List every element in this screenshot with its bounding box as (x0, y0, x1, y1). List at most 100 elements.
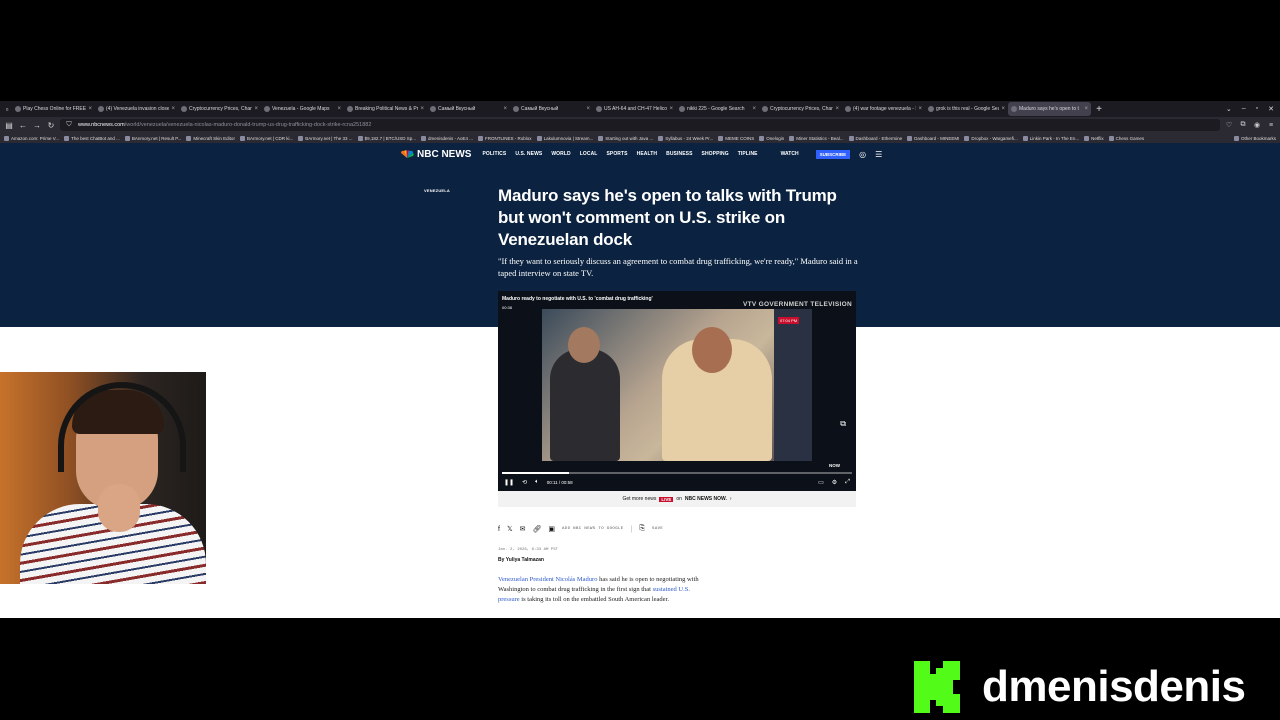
menu-icon[interactable]: ≡ (1266, 122, 1276, 129)
list-all-tabs-icon[interactable]: ⌄ (1226, 105, 1232, 113)
bookmarks-toolbar: Amazon.com: Prime V... The best ChatBot a… (0, 133, 1280, 143)
tab-close-icon[interactable]: × (1001, 106, 1005, 112)
bookmark-icon[interactable]: ⎘ (639, 525, 645, 533)
settings-icon[interactable]: ⚙ (832, 479, 837, 486)
forward-icon[interactable]: → (32, 121, 42, 130)
tab-close-icon[interactable]: × (503, 106, 507, 112)
tab-close-icon[interactable]: × (420, 106, 424, 112)
tab-close-icon[interactable]: × (88, 106, 92, 112)
tab-close-icon[interactable]: × (171, 106, 175, 112)
extensions-icon[interactable]: ⧉ (1238, 121, 1248, 129)
nav-item-local[interactable]: LOCAL (580, 151, 598, 157)
section-label[interactable]: VENEZUELA (424, 188, 450, 193)
bookmark-item[interactable]: Dashboard - Ethermine (848, 135, 902, 141)
add-to-google-link[interactable]: ADD NBC NEWS TO GOOGLE (562, 527, 624, 531)
video-progress-bar[interactable] (502, 472, 852, 474)
browser-tab[interactable]: Maduro says he's open to t × (1008, 102, 1091, 116)
bookmark-item[interactable]: Onelogin (759, 135, 784, 141)
browser-tab[interactable]: Venezuela - Google Maps × (261, 102, 344, 116)
bookmark-item[interactable]: The best ChatBot and ... (64, 135, 120, 141)
account-icon[interactable]: ◉ (1252, 121, 1262, 129)
pocket-icon[interactable]: ♡ (1224, 121, 1234, 129)
bookmark-item[interactable]: Chess Games (1108, 135, 1144, 141)
bookmark-item[interactable]: Syllabus - 24 Week Pr... (658, 135, 713, 141)
bookmark-item[interactable]: MEME COINS (718, 135, 754, 141)
browser-tab[interactable]: Cryptocurrency Prices, Charts A× (178, 102, 261, 116)
browser-tab[interactable]: (4) Venezuela invasion close up× (95, 102, 178, 116)
bookmark-item[interactable]: $9,182.7 | BTC/USD Sp... (357, 135, 416, 141)
reload-icon[interactable]: ↻ (46, 121, 56, 130)
other-bookmarks[interactable]: Other Bookmarks (1233, 135, 1276, 141)
browser-tab[interactable]: nikki 225 - Google Search × (676, 102, 759, 116)
nbc-news-now-promo[interactable]: Get more news LIVE on NBC NEWS NOW. › (498, 491, 856, 507)
bookmark-item[interactable]: dmenisdenis - AoE4 ... (421, 135, 473, 141)
tab-close-icon[interactable]: × (752, 106, 756, 112)
x-icon[interactable]: 𝕏 (507, 525, 513, 533)
picture-in-picture-icon[interactable]: ⧉ (840, 419, 846, 429)
tab-list-icon[interactable]: ▫ (2, 105, 12, 114)
tab-favicon-icon (181, 106, 187, 112)
nav-item-politics[interactable]: POLITICS (482, 151, 506, 157)
browser-tab[interactable]: grok is this real - Google Search× (925, 102, 1008, 116)
tab-close-icon[interactable]: × (835, 106, 839, 112)
bookmark-item[interactable]: Linkin Park - In The En... (1022, 135, 1079, 141)
nav-item-business[interactable]: BUSINESS (666, 151, 692, 157)
tab-close-icon[interactable]: × (1084, 106, 1088, 112)
nav-watch[interactable]: WATCH (781, 151, 799, 157)
close-icon[interactable]: ✕ (1268, 105, 1274, 113)
nav-item-u-s-news[interactable]: U.S. NEWS (515, 151, 542, 157)
nav-item-sports[interactable]: SPORTS (606, 151, 627, 157)
nbc-news-logo[interactable]: NBC NEWS (400, 149, 471, 160)
bookmark-item[interactable]: Minecraft Skin Editor (186, 135, 235, 141)
url-bar[interactable]: ⛉ www.nbcnews.com/world/venezuela/venezu… (60, 119, 1220, 131)
tab-close-icon[interactable]: × (254, 106, 258, 112)
minimize-icon[interactable]: – (1242, 105, 1246, 113)
facebook-icon[interactable]: f (498, 526, 500, 533)
browser-tab[interactable]: Play Chess Online for FREE - 2 × (12, 102, 95, 116)
bookmark-item[interactable]: Starting out with Java ... (598, 135, 653, 141)
email-icon[interactable]: ✉ (520, 525, 526, 533)
link-icon[interactable]: 🔗︎ (532, 525, 541, 533)
bookmark-item[interactable]: Amazon.com: Prime V... (4, 135, 59, 141)
captions-icon[interactable]: ▭ (818, 479, 824, 486)
nav-item-shopping[interactable]: SHOPPING (702, 151, 729, 157)
bookmark-item[interactable]: BAnmory.net | Result P... (124, 135, 181, 141)
bookmark-item[interactable]: Dropbox - Wargamefi... (964, 135, 1018, 141)
video-player[interactable]: Maduro ready to negotiate with U.S. to '… (498, 291, 856, 491)
sidebar-icon[interactable]: ▤ (4, 121, 14, 130)
nav-item-tipline[interactable]: TIPLINE (738, 151, 758, 157)
replay-icon[interactable]: ⟲ (522, 479, 527, 486)
browser-tab[interactable]: Самый Вкусный × (510, 102, 593, 116)
new-tab-button[interactable]: + (1093, 104, 1105, 115)
tab-close-icon[interactable]: × (669, 106, 673, 112)
browser-tab[interactable]: Cryptocurrency Prices, Charts A× (759, 102, 842, 116)
bookmark-item[interactable]: BArmory.net | CDR ki... (239, 135, 293, 141)
bookmark-item[interactable]: Lakulumnovia | Stream... (536, 135, 593, 141)
bookmark-item[interactable]: BArmory.net | The 33 ... (298, 135, 353, 141)
bookmark-item[interactable]: Netflix (1084, 135, 1104, 141)
nav-item-world[interactable]: WORLD (551, 151, 570, 157)
body-link-maduro[interactable]: Venezuelan President Nicolás Maduro (498, 576, 597, 583)
subscribe-button[interactable]: SUBSCRIBE (815, 149, 851, 159)
pause-icon[interactable]: ❚❚ (504, 479, 514, 486)
volume-icon[interactable]: 🔈︎ (535, 479, 539, 486)
fullscreen-icon[interactable]: ⤢ (845, 479, 850, 486)
browser-tab[interactable]: US AH-64 and CH-47 Helicopte × (593, 102, 676, 116)
user-icon[interactable]: ◎ (859, 150, 866, 159)
tab-close-icon[interactable]: × (337, 106, 341, 112)
bookmark-item[interactable]: Miner Statistics - Beal... (789, 135, 844, 141)
tab-close-icon[interactable]: × (586, 106, 590, 112)
bookmark-item[interactable]: FRONTLINES - Roblox (478, 135, 532, 141)
bookmark-label: Dropbox - Wargamefi... (971, 135, 1018, 141)
back-icon[interactable]: ← (18, 121, 28, 130)
article-byline[interactable]: By Yuliya Talmazan (498, 557, 544, 563)
nav-item-health[interactable]: HEALTH (637, 151, 658, 157)
maximize-icon[interactable]: ▫ (1256, 105, 1258, 113)
save-button[interactable]: SAVE (652, 527, 663, 531)
hamburger-menu-icon[interactable]: ☰ (875, 150, 882, 159)
browser-tab[interactable]: (4) war footage venezuela - Se × (842, 102, 925, 116)
bookmark-item[interactable]: Dashboard - MINEEMI (907, 135, 959, 141)
tab-close-icon[interactable]: × (918, 106, 922, 112)
browser-tab[interactable]: Breaking Political News & Predi × (344, 102, 427, 116)
browser-tab[interactable]: Самый Вкусный × (427, 102, 510, 116)
